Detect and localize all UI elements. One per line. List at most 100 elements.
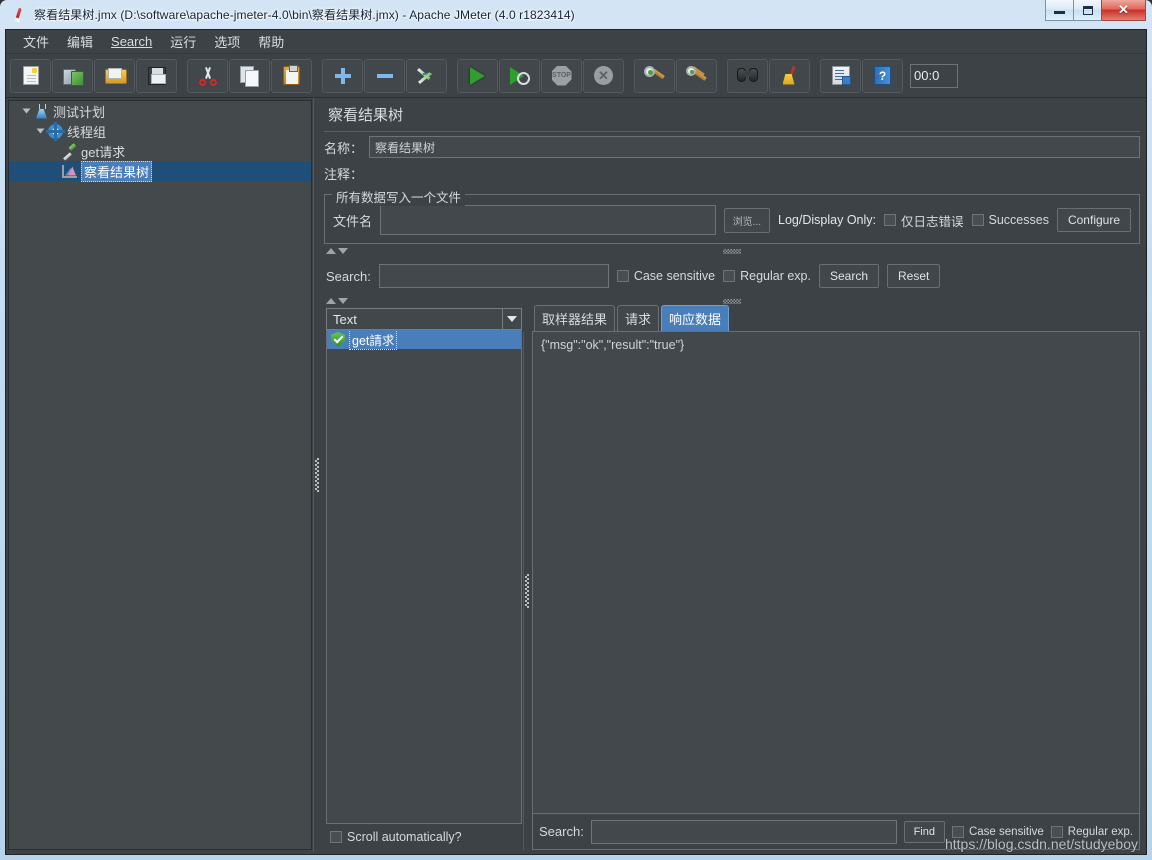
search-input[interactable] — [378, 264, 609, 288]
response-panel: 取样器结果 请求 响应数据 {"msg":"ok","result":"true… — [532, 305, 1142, 850]
tree-node-test-plan[interactable]: 测试计划 — [9, 101, 311, 121]
close-icon: ✕ — [1118, 2, 1129, 17]
toolbar-copy[interactable] — [229, 58, 270, 93]
scroll-automatically-checkbox[interactable]: Scroll automatically? — [330, 830, 462, 844]
bottom-search-row: Search: Find Case sensitive Regular exp. — [532, 814, 1140, 850]
new-document-icon — [22, 66, 39, 85]
test-plan-tree[interactable]: 测试计划 线程组 get请求 察看结果树 — [8, 100, 312, 850]
toolbar-save[interactable] — [136, 58, 177, 93]
expand-arrow-icon[interactable] — [33, 127, 47, 135]
checkbox-label: Scroll automatically? — [347, 830, 462, 844]
collapse-bar-bottom[interactable] — [322, 294, 1142, 308]
success-shield-icon — [331, 332, 345, 347]
toolbar-function-helper[interactable] — [820, 58, 861, 93]
find-button[interactable]: Find — [903, 820, 945, 843]
toolbar-shutdown[interactable]: ✕ — [583, 58, 624, 93]
toolbar-search[interactable] — [727, 58, 768, 93]
toolbar-stop[interactable]: STOP — [541, 58, 582, 93]
help-book-icon: ? — [874, 66, 891, 85]
search-button[interactable]: Search — [818, 264, 880, 288]
minus-icon — [376, 67, 394, 85]
toolbar-templates[interactable] — [52, 58, 93, 93]
checkbox-box — [330, 831, 342, 843]
menu-search[interactable]: Search — [102, 31, 161, 52]
successes-checkbox[interactable]: Successes — [971, 213, 1049, 227]
name-input[interactable]: 察看结果树 — [369, 136, 1140, 158]
collapse-down-icon[interactable] — [338, 298, 348, 304]
toolbar-start[interactable] — [457, 58, 498, 93]
sample-result-list[interactable]: get請求 — [326, 330, 522, 824]
toolbar-expand-all[interactable] — [322, 58, 363, 93]
tab-sampler-result[interactable]: 取样器结果 — [534, 305, 616, 331]
copy-pages-icon — [240, 66, 259, 87]
tree-node-label: 察看结果树 — [81, 160, 153, 182]
search-label: Search: — [326, 268, 371, 284]
comment-input[interactable] — [369, 162, 1140, 184]
expand-arrow-icon[interactable] — [19, 107, 33, 115]
menu-file[interactable]: 文件 — [14, 30, 58, 54]
toolbar-start-no-pauses[interactable] — [499, 58, 540, 93]
collapse-bar-top[interactable] — [322, 244, 1142, 258]
browse-button[interactable]: 浏览... — [723, 207, 771, 233]
case-sensitive-checkbox[interactable]: Case sensitive — [616, 269, 715, 283]
tree-node-get-request[interactable]: get请求 — [9, 141, 311, 161]
toolbar-collapse-all[interactable] — [364, 58, 405, 93]
menu-options[interactable]: 选项 — [205, 30, 249, 54]
response-tabs: 取样器结果 请求 响应数据 — [532, 305, 1140, 331]
open-folder-icon — [104, 67, 127, 84]
configure-button[interactable]: Configure — [1056, 208, 1131, 232]
collapse-down-icon[interactable] — [338, 248, 348, 254]
tab-response-data[interactable]: 响应数据 — [661, 305, 730, 331]
reset-button[interactable]: Reset — [887, 264, 941, 288]
chevron-down-icon[interactable] — [502, 309, 521, 329]
menu-bar: 文件 编辑 Search 运行 选项 帮助 — [6, 30, 1146, 54]
regular-exp-checkbox[interactable]: Regular exp. — [1050, 825, 1133, 838]
application-body: 文件 编辑 Search 运行 选项 帮助 STOP ✕ ? 00:0 测试计划… — [5, 29, 1147, 855]
case-sensitive-checkbox[interactable]: Case sensitive — [951, 825, 1044, 838]
close-button[interactable]: ✕ — [1101, 0, 1146, 21]
toolbar-reset-search[interactable] — [769, 58, 810, 93]
collapse-up-icon[interactable] — [326, 248, 336, 254]
stop-icon: STOP — [551, 65, 572, 86]
menu-run[interactable]: 运行 — [161, 30, 205, 54]
minimize-button[interactable] — [1045, 0, 1074, 21]
tree-node-thread-group[interactable]: 线程组 — [9, 121, 311, 141]
toolbar-clear[interactable] — [634, 58, 675, 93]
toolbar-help[interactable]: ? — [862, 58, 903, 93]
regular-exp-checkbox[interactable]: Regular exp. — [723, 269, 811, 283]
results-area: Text get請求 Scroll automatically? 取样器结果 请… — [322, 305, 1142, 850]
menu-help[interactable]: 帮助 — [249, 30, 293, 54]
response-search-input[interactable] — [590, 819, 897, 844]
menu-edit[interactable]: 编辑 — [58, 30, 102, 54]
tree-node-label: get请求 — [81, 144, 126, 160]
clear-all-icon — [685, 66, 708, 85]
collapse-up-icon[interactable] — [326, 298, 336, 304]
maximize-button[interactable] — [1073, 0, 1102, 21]
save-floppy-icon — [147, 66, 166, 85]
filename-label: 文件名 — [333, 213, 373, 229]
toolbar-new[interactable] — [10, 58, 51, 93]
toolbar-open[interactable] — [94, 58, 135, 93]
renderer-selected-value: Text — [333, 311, 357, 327]
tree-node-view-results-tree[interactable]: 察看结果树 — [9, 160, 311, 182]
tab-request[interactable]: 请求 — [617, 305, 660, 331]
toolbar-toggle[interactable] — [406, 58, 447, 93]
start-no-timers-icon — [509, 66, 530, 85]
filename-input[interactable] — [380, 205, 716, 235]
start-play-icon — [470, 66, 485, 85]
results-list-panel: Text get請求 Scroll automatically? — [326, 308, 522, 850]
tree-content-splitter[interactable] — [312, 98, 322, 852]
errors-only-checkbox[interactable]: 仅日志错误 — [884, 211, 964, 230]
toolbar-paste[interactable] — [271, 58, 312, 93]
checkbox-label: Successes — [988, 213, 1049, 227]
results-splitter[interactable] — [522, 332, 532, 850]
response-data-body[interactable]: {"msg":"ok","result":"true"} — [532, 331, 1140, 814]
checkbox-box — [971, 214, 984, 226]
toolbar-cut[interactable] — [187, 58, 228, 93]
chart-icon — [61, 164, 78, 178]
toolbar-clear-all[interactable] — [676, 58, 717, 93]
checkbox-label: Regular exp. — [1067, 825, 1133, 838]
renderer-select[interactable]: Text — [326, 308, 522, 330]
list-item[interactable]: get請求 — [327, 330, 521, 350]
shutdown-icon: ✕ — [594, 66, 613, 85]
